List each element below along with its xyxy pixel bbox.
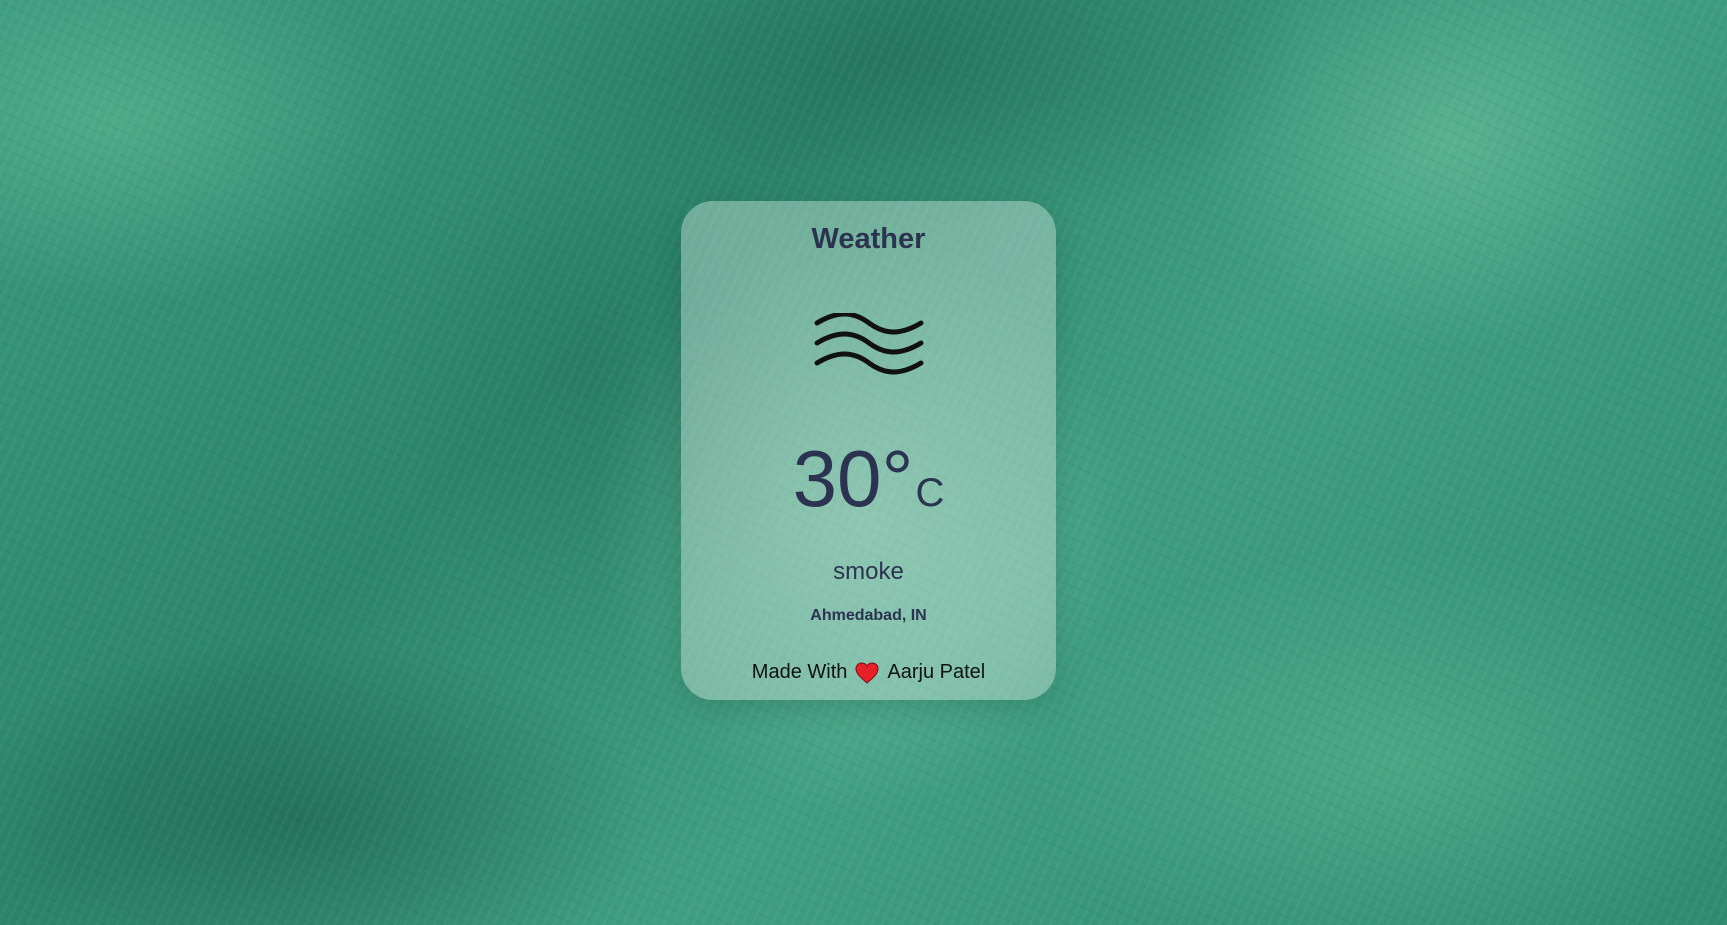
weather-card: Weather 30°C smoke Ahmedabad, IN Made Wi… bbox=[681, 201, 1056, 700]
author-name: Aarju Patel bbox=[887, 661, 986, 683]
made-with-label: Made With bbox=[751, 661, 848, 683]
temperature-unit: C bbox=[915, 471, 945, 515]
weather-condition: smoke bbox=[833, 558, 904, 585]
footer-credit: Made With Aarju Patel bbox=[681, 661, 1056, 684]
card-title: Weather bbox=[811, 223, 926, 255]
temperature-display: 30°C bbox=[681, 439, 1056, 519]
location-label: Ahmedabad, IN bbox=[810, 607, 927, 624]
temperature-value: 30° bbox=[792, 434, 914, 523]
heart-icon bbox=[855, 661, 879, 684]
wind-waves-icon bbox=[814, 313, 924, 375]
